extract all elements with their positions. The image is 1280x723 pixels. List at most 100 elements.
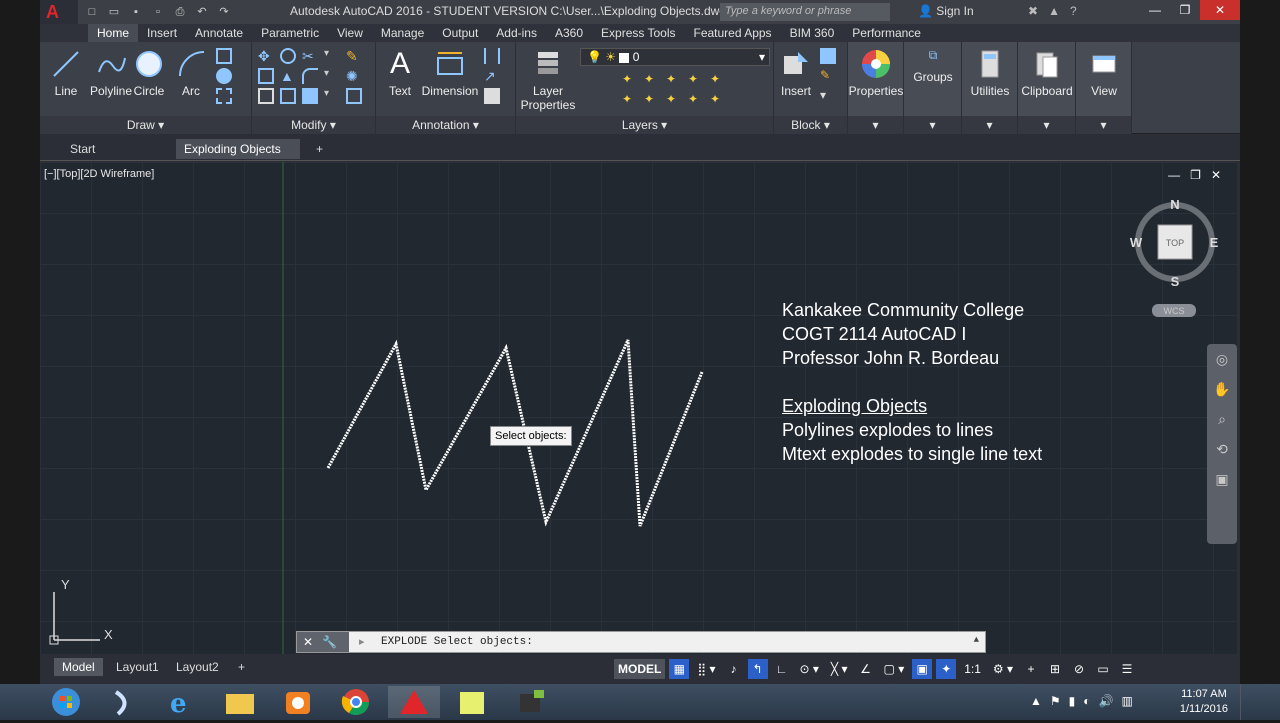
close-command-line-icon[interactable]: ✕ [303, 635, 313, 649]
layer-tool-icon[interactable]: ✦ [688, 72, 704, 88]
internet-explorer-icon[interactable]: e [156, 686, 208, 719]
view-button[interactable]: View [1076, 48, 1132, 98]
attribute-icon[interactable]: ▾ [820, 88, 836, 104]
dropdown-icon[interactable]: ▾ [324, 88, 340, 104]
new-layout-button[interactable]: + [230, 658, 253, 676]
tab-view[interactable]: View [328, 24, 372, 42]
dropdown-icon[interactable]: ▾ [324, 68, 340, 84]
recorder-icon[interactable] [504, 686, 556, 718]
groups-button[interactable]: ⧉ Groups [904, 48, 962, 84]
isodraft-icon[interactable]: ╳ ▾ [827, 659, 852, 679]
line-button[interactable]: Line [46, 48, 86, 98]
tab-exploding-objects[interactable]: Exploding Objects ✕ [176, 139, 300, 176]
infer-constraints-icon[interactable]: ♪ [724, 659, 744, 679]
orbit-icon[interactable]: ⟲ [1207, 434, 1237, 464]
layer-tool-icon[interactable]: ✦ [666, 72, 682, 88]
layers-panel-title[interactable]: Layers ▾ [516, 116, 773, 134]
system-clock[interactable]: 11:07 AM 1/11/2016 [1180, 687, 1228, 717]
media-player-icon[interactable] [272, 686, 324, 718]
dropdown-icon[interactable]: ▾ [324, 48, 340, 64]
new-file-icon[interactable]: □ [84, 4, 100, 20]
navigation-bar[interactable]: ◎ ✋ ⌕ ⟲ ▣ [1207, 344, 1237, 544]
clipboard-button[interactable]: Clipboard [1018, 48, 1076, 98]
view-expand[interactable]: ▾ [1076, 116, 1131, 134]
rectangle-icon[interactable] [216, 48, 232, 64]
application-menu-button[interactable]: A [40, 0, 78, 24]
customization-menu-icon[interactable]: ☰ [1117, 659, 1137, 679]
sticky-notes-icon[interactable] [446, 686, 498, 718]
exchange-icon[interactable]: ✖ [1028, 4, 1038, 18]
undo-icon[interactable]: ↶ [194, 4, 210, 20]
help-icon[interactable]: ? [1070, 4, 1077, 18]
tab-start[interactable]: Start [62, 139, 103, 159]
draw-panel-title[interactable]: Draw ▾ [40, 116, 251, 134]
autocad-taskbar-icon[interactable] [388, 686, 440, 718]
tab-layout2[interactable]: Layout2 [168, 658, 227, 676]
compass-west[interactable]: W [1130, 235, 1143, 250]
tab-annotate[interactable]: Annotate [186, 24, 252, 42]
ortho-icon[interactable]: ∟ [772, 659, 792, 679]
clipboard-expand[interactable]: ▾ [1018, 116, 1075, 134]
rotate-icon[interactable] [280, 48, 296, 64]
device-icon[interactable]: ▮ [1069, 694, 1076, 708]
viewcube[interactable]: TOP N S E W WCS [1130, 197, 1219, 317]
annotation-panel-title[interactable]: Annotation ▾ [376, 116, 515, 134]
showmotion-icon[interactable]: ▣ [1207, 464, 1237, 494]
layer-tool-icon[interactable]: ✦ [644, 72, 660, 88]
file-explorer-icon[interactable] [214, 686, 266, 718]
redo-icon[interactable]: ↷ [216, 4, 232, 20]
isolate-icon[interactable]: ⊘ [1069, 659, 1089, 679]
add-icon[interactable]: + [1021, 659, 1041, 679]
explode-icon[interactable]: ✺ [346, 68, 362, 84]
utilities-expand[interactable]: ▾ [962, 116, 1017, 134]
tab-layout1[interactable]: Layout1 [108, 658, 167, 676]
arc-button[interactable]: Arc [176, 48, 206, 98]
tab-output[interactable]: Output [433, 24, 487, 42]
groups-expand[interactable]: ▾ [904, 116, 961, 134]
open-file-icon[interactable]: ▭ [106, 4, 122, 20]
object-snap-tracking-icon[interactable]: ∠ [856, 659, 876, 679]
network-icon[interactable]: ▥ [1121, 694, 1132, 708]
gradient-icon[interactable] [216, 88, 232, 104]
steering-wheel-icon[interactable]: ◎ [1207, 344, 1237, 374]
restore-button[interactable]: ❐ [1170, 0, 1200, 20]
polar-icon[interactable]: ⊙ ▾ [796, 659, 823, 679]
drawing-canvas[interactable]: [−][Top][2D Wireframe] — ❐ ✕ TOP N S E W… [40, 162, 1237, 654]
clipboard-panel[interactable]: Clipboard ▾ [1018, 42, 1076, 134]
properties-expand[interactable]: ▾ [848, 116, 903, 134]
tab-a360[interactable]: A360 [546, 24, 592, 42]
close-button[interactable]: ✕ [1200, 0, 1240, 20]
sign-in-button[interactable]: 👤 Sign In [918, 4, 974, 18]
tab-home[interactable]: Home [88, 24, 139, 42]
layer-tool-icon[interactable]: ✦ [622, 72, 638, 88]
circle-button[interactable]: Circle [132, 48, 166, 98]
chrome-icon[interactable] [330, 686, 382, 718]
insert-button[interactable]: Insert [776, 48, 816, 98]
tab-insert[interactable]: Insert [138, 24, 186, 42]
new-tab-button[interactable]: + [308, 139, 331, 159]
save-as-icon[interactable]: ▫ [150, 4, 166, 20]
leader-icon[interactable]: ↗ [484, 68, 500, 84]
compass-east[interactable]: E [1210, 235, 1219, 250]
linear-dimension-icon[interactable] [484, 48, 500, 64]
a360-icon[interactable]: ▲ [1048, 4, 1060, 18]
hardware-icon[interactable]: ⊞ [1045, 659, 1065, 679]
hatch-icon[interactable] [216, 68, 232, 84]
edit-block-icon[interactable]: ✎ [820, 68, 836, 84]
model-space-button[interactable]: MODEL [614, 659, 666, 679]
save-icon[interactable]: ▪ [128, 4, 144, 20]
plot-icon[interactable]: ⎙ [172, 4, 188, 20]
zoom-icon[interactable]: ⌕ [1207, 404, 1237, 434]
layer-tool-icon[interactable]: ✦ [666, 92, 682, 108]
view-panel[interactable]: View ▾ [1076, 42, 1132, 134]
layer-tool-icon[interactable]: ✦ [710, 92, 726, 108]
create-block-icon[interactable] [820, 48, 836, 64]
modify-panel-title[interactable]: Modify ▾ [252, 116, 375, 134]
text-button[interactable]: A Text [382, 48, 418, 99]
groups-panel[interactable]: ⧉ Groups ▾ [904, 42, 962, 134]
properties-button[interactable]: Properties [848, 48, 904, 98]
utilities-panel[interactable]: Utilities ▾ [962, 42, 1018, 134]
show-desktop-button[interactable] [1240, 684, 1280, 720]
tab-parametric[interactable]: Parametric [252, 24, 328, 42]
lineweight-icon[interactable]: ▣ [912, 659, 933, 679]
